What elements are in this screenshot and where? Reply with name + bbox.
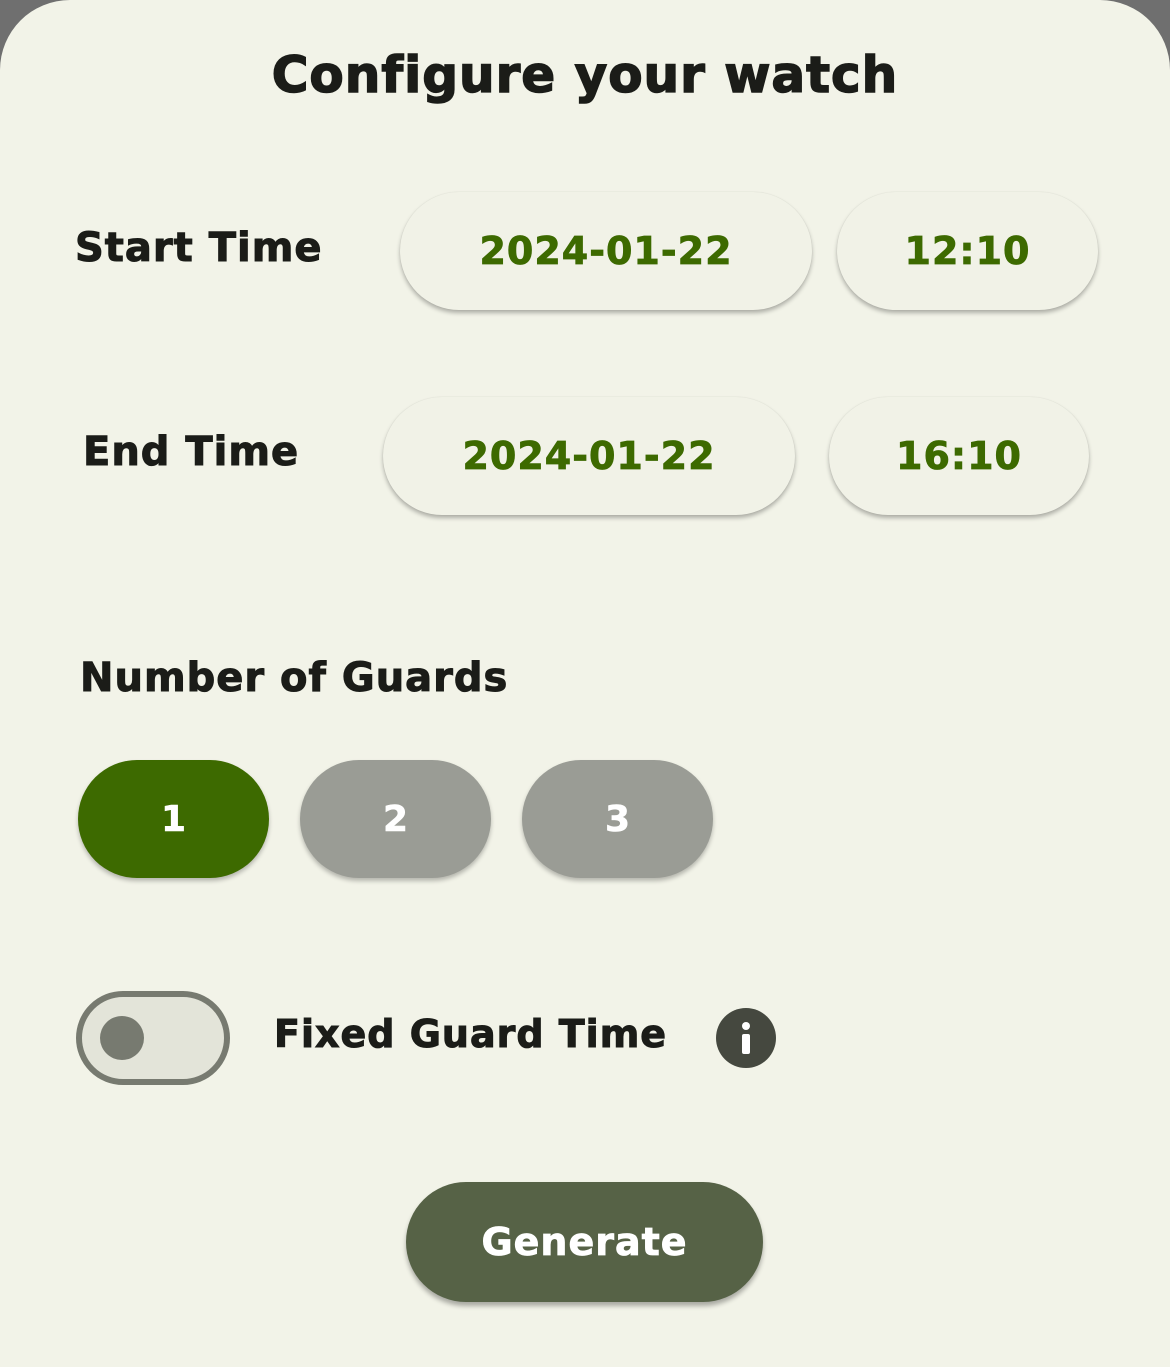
start-time-label: Start Time <box>75 225 323 272</box>
guards-option-3[interactable]: 3 <box>522 760 713 878</box>
info-icon-dot <box>742 1022 750 1030</box>
generate-button[interactable]: Generate <box>406 1182 763 1302</box>
fixed-guard-time-label: Fixed Guard Time <box>273 1012 668 1057</box>
end-time-label: End Time <box>82 429 300 476</box>
number-of-guards-label: Number of Guards <box>79 655 509 702</box>
end-time-button[interactable]: 16:10 <box>829 397 1089 515</box>
toggle-knob <box>100 1016 144 1060</box>
info-icon-bar <box>742 1034 750 1054</box>
guards-option-2[interactable]: 2 <box>300 760 491 878</box>
start-time-button[interactable]: 12:10 <box>837 192 1098 310</box>
page-title: Configure your watch <box>271 45 899 105</box>
info-icon[interactable] <box>716 1008 776 1068</box>
guards-option-1[interactable]: 1 <box>78 760 269 878</box>
fixed-guard-time-toggle[interactable] <box>76 991 230 1085</box>
configure-watch-sheet: Configure your watch Start Time 2024-01-… <box>0 0 1170 1367</box>
end-date-button[interactable]: 2024-01-22 <box>383 397 795 515</box>
start-date-button[interactable]: 2024-01-22 <box>400 192 812 310</box>
